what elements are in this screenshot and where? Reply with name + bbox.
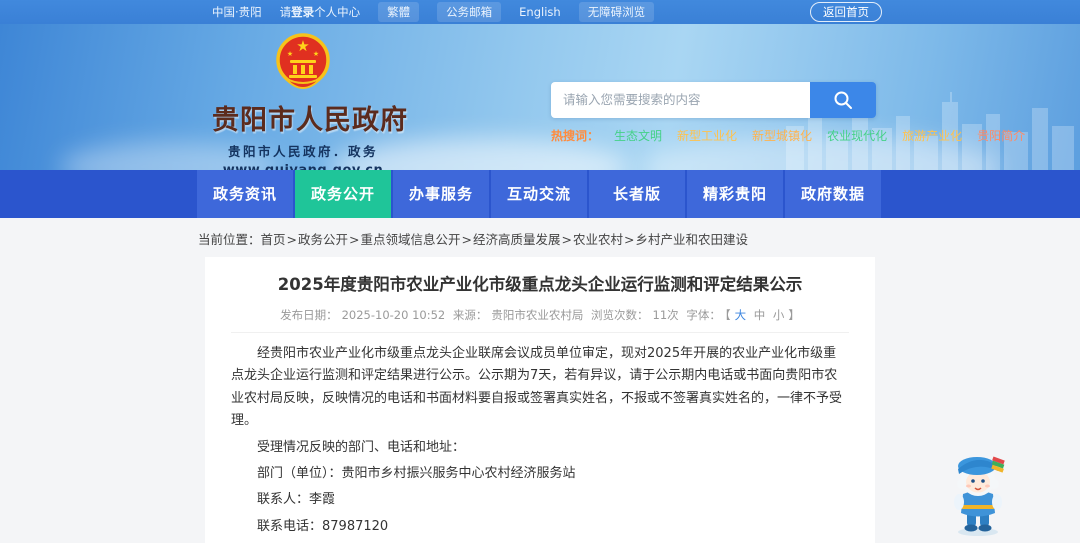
hot-search-link[interactable]: 旅游产业化 <box>902 127 962 144</box>
article-paragraph: 经贵阳市农业产业化市级重点龙头企业联席会议成员单位审定，现对2025年开展的农业… <box>231 346 843 429</box>
breadcrumb-path: 首页>政务公开>重点领域信息公开>经济高质量发展>农业农村>乡村产业和农田建设 <box>261 232 749 247</box>
article-paragraph: 受理情况反映的部门、电话和地址： <box>257 439 466 455</box>
link-china-guiyang[interactable]: 中国·贵阳 <box>212 4 262 20</box>
article-paragraph: 联系电话：87987120 <box>257 518 389 534</box>
hot-search-row: 热搜词： 生态文明 新型工业化 新型城镇化 农业现代化 旅游产业化 贵阳简介 <box>551 127 1025 144</box>
font-size-label: 字体： <box>686 308 721 323</box>
article-body: 经贵阳市农业产业化市级重点龙头企业联席会议成员单位审定，现对2025年开展的农业… <box>231 343 849 543</box>
svg-text:★: ★ <box>296 37 309 55</box>
site-logo[interactable]: ★ ★ ★ 贵阳市人民政府 贵阳市人民政府．政务 www.guiyang.gov… <box>212 32 408 170</box>
hot-search-link[interactable]: 农业现代化 <box>827 127 887 144</box>
font-size-large-button[interactable]: 大 <box>735 308 747 322</box>
breadcrumb-separator: > <box>349 232 360 247</box>
breadcrumb-item[interactable]: 经济高质量发展 <box>473 232 561 247</box>
national-emblem-icon: ★ ★ ★ <box>276 33 330 89</box>
site-url: www.guiyang.gov.cn <box>212 163 394 170</box>
views-label: 浏览次数： <box>591 308 649 323</box>
article-paragraph: 联系人：李霞 <box>257 492 336 508</box>
link-english[interactable]: English <box>519 5 561 19</box>
hot-search-links: 生态文明 新型工业化 新型城镇化 农业现代化 旅游产业化 贵阳简介 <box>614 127 1025 144</box>
article-meta: 发布日期： 2025-10-20 10:52 来源： 贵阳市农业农村局 浏览次数： 1… <box>231 307 849 334</box>
article-title: 2025年度贵阳市农业产业化市级重点龙头企业运行监测和评定结果公示 <box>277 275 803 294</box>
login-suffix: 个人中心 <box>314 5 361 19</box>
search-input[interactable] <box>551 82 810 118</box>
nav-tab[interactable]: 长者版 <box>589 170 685 218</box>
login-prefix: 请 <box>279 5 292 19</box>
nav-tab[interactable]: 政务资讯 <box>197 170 293 218</box>
breadcrumb-separator: > <box>624 232 635 247</box>
mascot-icon <box>954 456 1005 536</box>
login-bold: 登录 <box>291 5 315 19</box>
breadcrumb-item[interactable]: 重点领域信息公开 <box>361 232 461 247</box>
breadcrumb-separator: > <box>286 232 298 247</box>
breadcrumb-item[interactable]: 农业农村 <box>573 232 623 247</box>
svg-text:★: ★ <box>313 50 319 58</box>
main-nav: 政务资讯 政务公开 办事服务 互动交流 长者版 精彩贵阳 政府数据 <box>0 170 1080 218</box>
breadcrumb-item[interactable]: 乡村产业和农田建设 <box>636 232 749 247</box>
link-accessibility[interactable]: 无障碍浏览 <box>578 2 655 22</box>
mascot-assistant[interactable] <box>942 449 1014 541</box>
nav-tab[interactable]: 精彩贵阳 <box>687 170 783 218</box>
breadcrumb-separator: > <box>461 232 473 247</box>
hot-search-label: 热搜词： <box>551 129 600 143</box>
site-banner: ★ ★ ★ 贵阳市人民政府 贵阳市人民政府．政务 www.guiyang.gov… <box>0 24 1080 170</box>
link-official-mailbox[interactable]: 公务邮箱 <box>437 2 502 22</box>
top-utility-bar: 中国·贵阳 请登录个人中心 繁體 公务邮箱 English 无障碍浏览 返回首页 <box>0 0 1080 24</box>
breadcrumb: 当前位置：首页>政务公开>重点领域信息公开>经济高质量发展>农业农村>乡村产业和… <box>0 218 1080 257</box>
svg-text:★: ★ <box>287 50 293 58</box>
search-area: 热搜词： 生态文明新型工业化新型城镇化农业现代化旅游产业化贵阳简介 <box>551 82 1025 144</box>
link-traditional-chinese[interactable]: 繁體 <box>378 2 420 22</box>
breadcrumb-item[interactable]: 首页 <box>261 232 286 247</box>
nav-tab[interactable]: 办事服务 <box>393 170 489 218</box>
breadcrumb-separator: > <box>561 232 573 247</box>
site-name: 贵阳市人民政府 <box>212 105 408 136</box>
hot-search-link[interactable]: 新型工业化 <box>677 127 737 144</box>
views: 11次 <box>652 308 679 323</box>
nav-tab[interactable]: 政务公开 <box>295 170 391 218</box>
publish-date: 2025-10-20 10:52 <box>341 308 446 323</box>
nav-tab[interactable]: 互动交流 <box>491 170 587 218</box>
breadcrumb-label: 当前位置： <box>198 232 261 247</box>
hot-search-link[interactable]: 贵阳简介 <box>977 127 1025 144</box>
hot-search-link[interactable]: 生态文明 <box>614 127 662 144</box>
search-button[interactable] <box>810 82 876 118</box>
link-login-personal-center[interactable]: 请登录个人中心 <box>280 4 361 20</box>
back-home-button[interactable]: 返回首页 <box>810 2 882 22</box>
font-size-medium-button[interactable]: 中 <box>754 308 766 322</box>
source-label: 来源： <box>452 308 488 323</box>
source: 贵阳市农业农村局 <box>491 308 584 323</box>
nav-tab[interactable]: 政府数据 <box>785 170 881 218</box>
article-card: 2025年度贵阳市农业产业化市级重点龙头企业运行监测和评定结果公示 发布日期： 2… <box>205 257 875 543</box>
publish-date-label: 发布日期： <box>280 308 338 323</box>
breadcrumb-item[interactable]: 政务公开 <box>298 232 348 247</box>
site-subtitle: 贵阳市人民政府．政务 <box>227 144 378 159</box>
bracket: 【 <box>724 308 731 323</box>
topbar-links: 中国·贵阳 请登录个人中心 繁體 公务邮箱 English 无障碍浏览 <box>212 2 655 22</box>
bracket: 】 <box>788 308 800 323</box>
font-size-small-button[interactable]: 小 <box>773 308 785 322</box>
hot-search-link[interactable]: 新型城镇化 <box>752 127 812 144</box>
search-icon <box>834 91 852 109</box>
article-paragraph: 部门（单位）：贵阳市乡村振兴服务中心农村经济服务站 <box>257 465 576 481</box>
